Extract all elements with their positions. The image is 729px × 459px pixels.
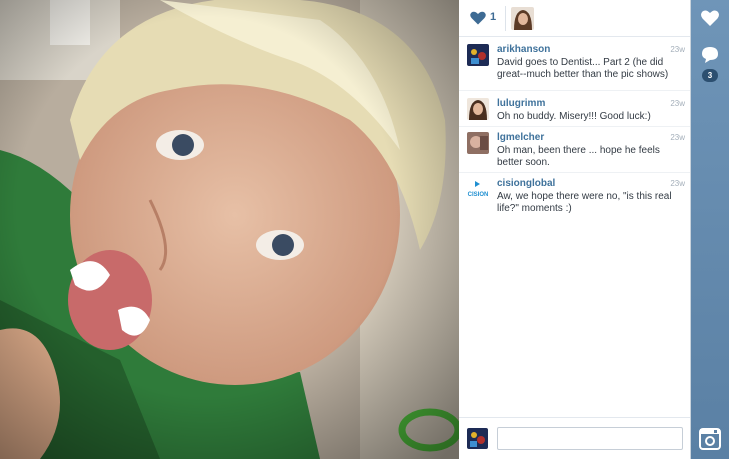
avatar[interactable]	[467, 98, 489, 120]
comment-time: 23w	[670, 99, 685, 108]
divider	[505, 6, 506, 31]
comment-text: Aw, we hope there were no, "is this real…	[497, 191, 672, 214]
current-user-avatar	[467, 428, 488, 449]
divider	[459, 172, 690, 173]
divider	[459, 126, 690, 127]
photo-image	[0, 0, 459, 459]
likes-bar: 1	[459, 0, 690, 37]
comment-time: 23w	[670, 133, 685, 142]
post-photo	[0, 0, 459, 459]
comment-panel: 1 arikhanson 23w David goes to Dentist..…	[459, 0, 691, 459]
avatar[interactable]	[467, 44, 489, 66]
comment-time: 23w	[670, 179, 685, 188]
comment-input[interactable]	[497, 427, 683, 450]
avatar[interactable]	[467, 132, 489, 154]
comment-icon[interactable]	[700, 45, 720, 65]
comment-username[interactable]: cisionglobal	[497, 178, 555, 189]
cision-logo-icon: CISION	[467, 178, 489, 200]
heart-icon[interactable]	[700, 8, 720, 28]
avatar[interactable]: CISION	[467, 178, 489, 200]
comment-text: Oh man, been there ... hope he feels bet…	[497, 145, 660, 168]
comment-username[interactable]: arikhanson	[497, 44, 550, 55]
comment-count-badge: 3	[702, 69, 718, 82]
liker-avatar[interactable]	[511, 7, 534, 30]
cision-logo-text: CISION	[468, 192, 489, 198]
comment-text: Oh no buddy. Misery!!! Good luck:)	[497, 111, 651, 122]
comment-username[interactable]: lulugrimm	[497, 98, 545, 109]
divider	[459, 90, 690, 91]
comment-username[interactable]: lgmelcher	[497, 132, 544, 143]
comment-input-bar	[459, 417, 690, 459]
comment-time: 23w	[670, 45, 685, 54]
like-count: 1	[490, 11, 497, 23]
like-heart-icon[interactable]	[470, 11, 486, 25]
instagram-icon[interactable]	[699, 428, 721, 450]
comment-text: David goes to Dentist... Part 2 (he did …	[497, 57, 669, 80]
action-rail: 3	[691, 0, 729, 459]
